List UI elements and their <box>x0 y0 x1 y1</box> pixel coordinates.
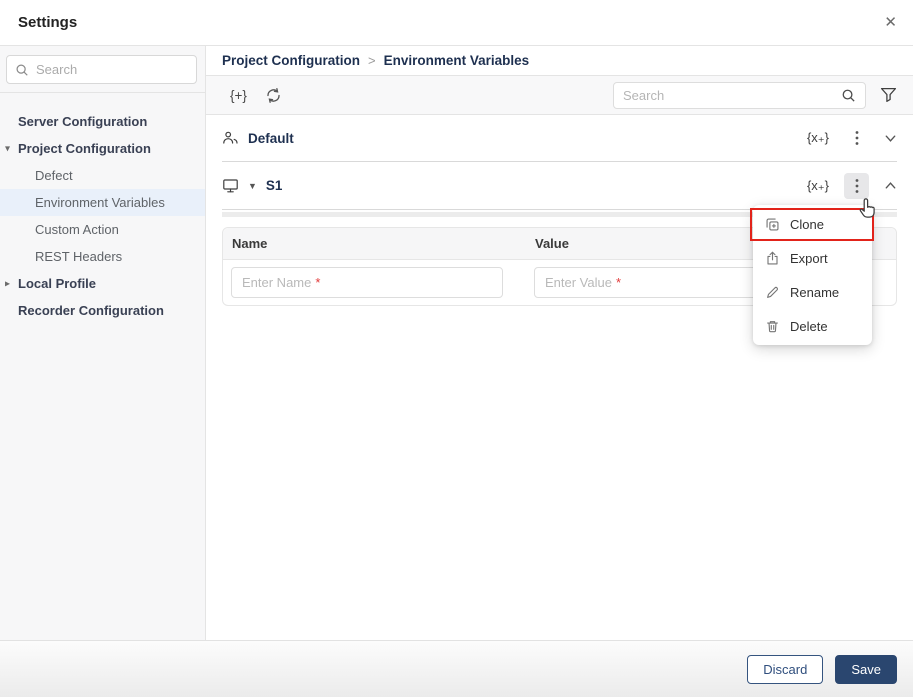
sidebar-item-label: Project Configuration <box>18 141 151 156</box>
export-icon <box>765 251 780 266</box>
user-group-icon <box>222 130 239 146</box>
sidebar-item-label: Defect <box>35 168 73 183</box>
value-placeholder: Enter Value <box>545 275 612 290</box>
add-variable-icon[interactable]: {x₊} <box>807 178 829 194</box>
sidebar-item-defect[interactable]: Defect <box>0 162 205 189</box>
sidebar: Server Configuration ▾ Project Configura… <box>0 46 206 640</box>
menu-item-clone[interactable]: Clone <box>753 207 872 241</box>
kebab-menu-icon[interactable] <box>844 172 869 199</box>
sidebar-item-label: Recorder Configuration <box>18 303 164 318</box>
search-icon <box>15 63 29 77</box>
trash-icon <box>765 319 780 334</box>
sync-icon[interactable] <box>265 87 282 104</box>
sidebar-item-server-configuration[interactable]: Server Configuration <box>0 108 205 135</box>
breadcrumb-project-configuration[interactable]: Project Configuration <box>222 53 360 68</box>
settings-dialog: Settings ✕ Server Configuration ▾ Projec… <box>0 0 913 697</box>
filter-icon[interactable] <box>880 87 897 103</box>
name-field[interactable]: Enter Name * <box>231 267 503 298</box>
clone-icon <box>765 217 780 232</box>
menu-item-label: Export <box>790 250 828 266</box>
breadcrumb-separator: > <box>368 53 376 68</box>
pencil-icon <box>765 285 780 300</box>
content-area: Default {x₊} ▼ S1 {x₊} Name Value Enter … <box>206 115 913 640</box>
variables-search-input[interactable] <box>623 87 835 103</box>
discard-button[interactable]: Discard <box>747 654 824 684</box>
caret-down-icon[interactable]: ▼ <box>248 181 257 191</box>
sidebar-item-label: Custom Action <box>35 222 119 237</box>
menu-item-label: Rename <box>790 284 840 300</box>
required-marker: * <box>315 275 321 290</box>
sidebar-item-label: Local Profile <box>18 276 97 291</box>
sidebar-search-input[interactable] <box>36 62 188 77</box>
section-title-default[interactable]: Default <box>248 131 294 146</box>
toolbar: {+} <box>206 76 913 115</box>
main-panel: Project Configuration > Environment Vari… <box>206 46 913 640</box>
sidebar-search[interactable] <box>6 55 197 84</box>
section-default: Default {x₊} <box>222 115 897 162</box>
sidebar-item-rest-headers[interactable]: REST Headers <box>0 243 205 270</box>
chevron-down-icon[interactable] <box>884 132 897 145</box>
menu-item-label: Delete <box>790 318 828 334</box>
menu-item-rename[interactable]: Rename <box>753 275 872 309</box>
close-icon[interactable]: ✕ <box>884 15 897 30</box>
context-menu: Clone Export Rename Delete <box>753 205 872 345</box>
caret-right-icon[interactable]: ▸ <box>5 278 10 289</box>
search-icon <box>841 88 856 103</box>
name-placeholder: Enter Name <box>242 275 312 290</box>
monitor-icon <box>222 178 239 194</box>
dialog-title: Settings <box>18 14 78 31</box>
sidebar-item-label: Environment Variables <box>35 195 165 210</box>
breadcrumb-environment-variables: Environment Variables <box>383 53 530 68</box>
chevron-up-icon[interactable] <box>884 179 897 192</box>
footer: Discard Save <box>0 640 913 697</box>
sidebar-item-local-profile[interactable]: ▸ Local Profile <box>0 270 205 297</box>
required-marker: * <box>615 275 622 290</box>
sidebar-item-recorder-configuration[interactable]: Recorder Configuration <box>0 297 205 324</box>
menu-item-export[interactable]: Export <box>753 241 872 275</box>
sidebar-item-label: Server Configuration <box>18 114 148 129</box>
kebab-menu-icon[interactable] <box>844 125 869 151</box>
sidebar-item-label: REST Headers <box>35 249 123 264</box>
sidebar-item-custom-action[interactable]: Custom Action <box>0 216 205 243</box>
column-header-name: Name <box>232 236 268 251</box>
sidebar-item-project-configuration[interactable]: ▾ Project Configuration <box>0 135 205 162</box>
add-variable-icon[interactable]: {x₊} <box>807 130 829 146</box>
breadcrumb: Project Configuration > Environment Vari… <box>206 46 913 76</box>
titlebar: Settings ✕ <box>0 0 913 46</box>
sidebar-item-environment-variables[interactable]: Environment Variables <box>0 189 205 216</box>
add-variables-icon[interactable]: {+} <box>230 88 247 103</box>
menu-item-label: Clone <box>790 216 824 232</box>
variables-search[interactable] <box>613 81 866 109</box>
section-title-s1[interactable]: S1 <box>266 178 283 193</box>
section-s1: ▼ S1 {x₊} <box>222 162 897 210</box>
sidebar-nav: Server Configuration ▾ Project Configura… <box>0 93 205 324</box>
menu-item-delete[interactable]: Delete <box>753 309 872 343</box>
save-button[interactable]: Save <box>835 654 897 684</box>
caret-down-icon[interactable]: ▾ <box>5 143 10 154</box>
